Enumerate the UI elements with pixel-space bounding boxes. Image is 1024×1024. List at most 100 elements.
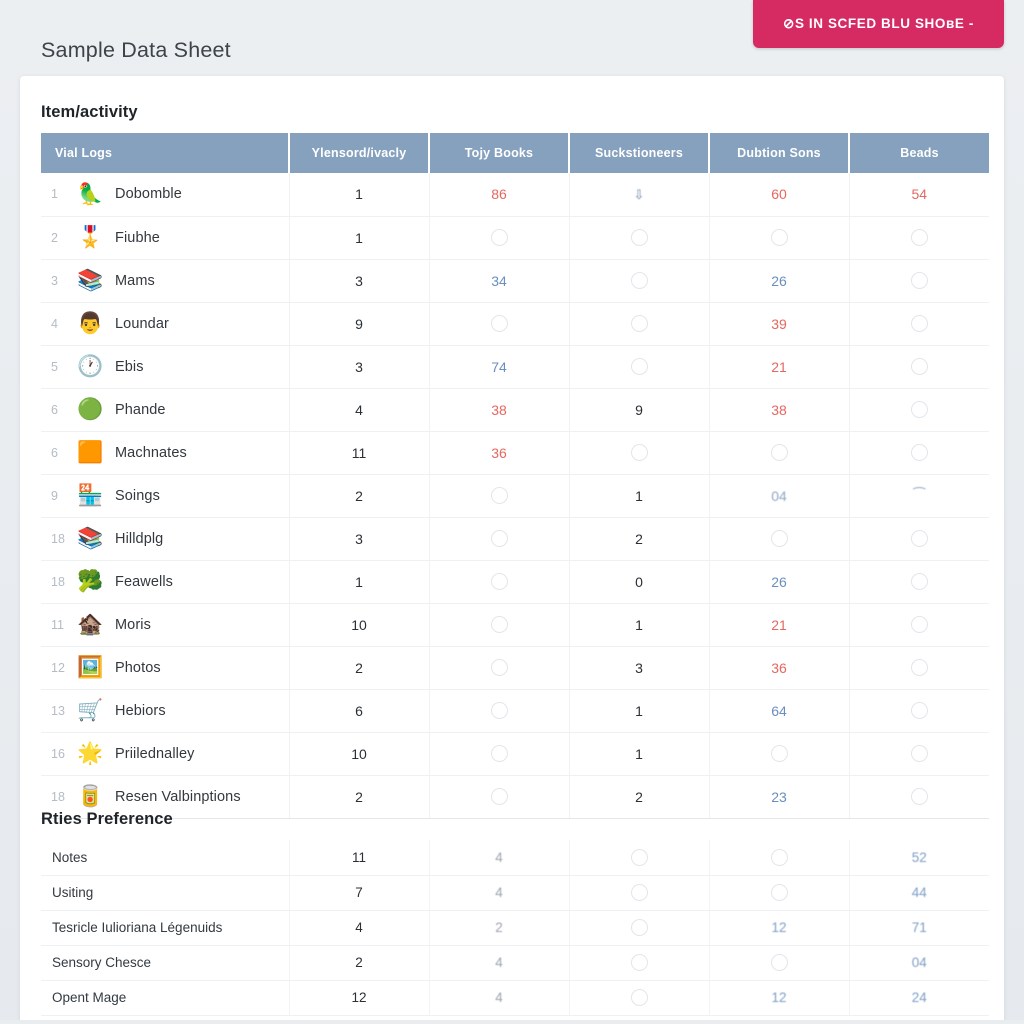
cell-c5[interactable] [849,345,989,389]
table-row[interactable]: 4 👨 Loundar 9 39 [41,302,989,346]
cell-c4[interactable] [709,517,850,561]
pref-cell-c4[interactable] [709,875,850,911]
cell-c3[interactable]: 1 [569,603,710,647]
column-header-beads[interactable]: Beads [849,133,989,173]
cell-c2[interactable] [429,560,570,604]
pref-cell-c4[interactable]: 12 [709,910,850,946]
column-header-ylensord[interactable]: Ylensord/ivacly [289,133,430,173]
cell-c2[interactable] [429,216,570,260]
pref-cell-c2[interactable]: 4 [429,840,570,876]
pref-cell-c4[interactable] [709,945,850,981]
cell-c5[interactable] [849,689,989,733]
cell-c3[interactable]: ⇩ [569,173,710,217]
column-header-suckstioneers[interactable]: Suckstioneers [569,133,710,173]
pref-cell-c4[interactable] [709,840,850,876]
pref-cell-c3[interactable] [569,980,710,1016]
pref-cell-c3[interactable] [569,840,710,876]
table-row[interactable]: 6 🟧 Machnates 11 36 [41,431,989,475]
pref-cell-c1[interactable]: 11 [289,840,430,876]
primary-action-button[interactable]: ⊘S IN SCFED BLU SHOʙE - [753,0,1004,48]
preference-row[interactable]: Usiting 7 4 44 [41,875,989,911]
cell-c1[interactable]: 3 [289,345,430,389]
table-row[interactable]: 16 🌟 Priilednalley 10 1 [41,732,989,776]
cell-c1[interactable]: 4 [289,388,430,432]
item-name-cell[interactable]: 6 🟢 Phande [41,388,290,432]
preference-row[interactable]: Tesricle Iulioriana Légenuids 4 2 12 71 [41,910,989,946]
cell-c4[interactable]: 26 [709,560,850,604]
table-row[interactable]: 5 🕐 Ebis 3 74 21 [41,345,989,389]
pref-cell-c5[interactable]: 04 [849,945,989,981]
cell-c2[interactable] [429,517,570,561]
cell-c4[interactable]: 04 [709,474,850,518]
pref-cell-c5[interactable]: 52 [849,840,989,876]
cell-c5[interactable] [849,259,989,303]
column-header-dubtion-sons[interactable]: Dubtion Sons [709,133,850,173]
preference-label[interactable]: Tesricle Iulioriana Légenuids [41,910,290,946]
cell-c3[interactable]: 9 [569,388,710,432]
cell-c4[interactable]: 36 [709,646,850,690]
cell-c5[interactable] [849,216,989,260]
preference-row[interactable]: Opent Mage 12 4 12 24 [41,980,989,1016]
cell-c3[interactable] [569,216,710,260]
item-name-cell[interactable]: 18 📚 Hilldplg [41,517,290,561]
cell-c4[interactable]: 39 [709,302,850,346]
preference-label[interactable]: Sensory Chesce [41,945,290,981]
cell-c4[interactable]: 38 [709,388,850,432]
table-row[interactable]: 13 🛒 Hebiors 6 1 64 [41,689,989,733]
cell-c3[interactable]: 2 [569,775,710,819]
cell-c5[interactable] [849,431,989,475]
cell-c1[interactable]: 6 [289,689,430,733]
item-name-cell[interactable]: 18 🥦 Feawells [41,560,290,604]
cell-c5[interactable] [849,560,989,604]
item-name-cell[interactable]: 6 🟧 Machnates [41,431,290,475]
pref-cell-c5[interactable]: 24 [849,980,989,1016]
cell-c3[interactable]: 1 [569,689,710,733]
pref-cell-c5[interactable]: 44 [849,875,989,911]
pref-cell-c2[interactable]: 4 [429,875,570,911]
cell-c4[interactable]: 23 [709,775,850,819]
item-name-cell[interactable]: 4 👨 Loundar [41,302,290,346]
cell-c2[interactable] [429,302,570,346]
item-name-cell[interactable]: 2 🎖️ Fiubhe [41,216,290,260]
cell-c4[interactable] [709,732,850,776]
pref-cell-c1[interactable]: 2 [289,945,430,981]
table-row[interactable]: 18 🥫 Resen Valbinptions 2 2 23 [41,775,989,819]
cell-c5[interactable]: 54 [849,173,989,217]
cell-c2[interactable]: 34 [429,259,570,303]
cell-c5[interactable] [849,646,989,690]
cell-c1[interactable]: 1 [289,216,430,260]
item-name-cell[interactable]: 12 🖼️ Photos [41,646,290,690]
column-header-tojy-books[interactable]: Tojy Books [429,133,570,173]
cell-c1[interactable]: 1 [289,560,430,604]
pref-cell-c5[interactable]: 71 [849,910,989,946]
pref-cell-c1[interactable]: 4 [289,910,430,946]
cell-c5[interactable]: ⁀ [849,474,989,518]
cell-c4[interactable]: 64 [709,689,850,733]
cell-c1[interactable]: 11 [289,431,430,475]
cell-c1[interactable]: 10 [289,603,430,647]
item-name-cell[interactable]: 1 🦜 Dobomble [41,173,290,217]
cell-c2[interactable]: 36 [429,431,570,475]
cell-c2[interactable] [429,775,570,819]
preference-label[interactable]: Notes [41,840,290,876]
cell-c4[interactable] [709,431,850,475]
item-name-cell[interactable]: 5 🕐 Ebis [41,345,290,389]
cell-c2[interactable]: 86 [429,173,570,217]
cell-c1[interactable]: 2 [289,474,430,518]
cell-c3[interactable] [569,345,710,389]
cell-c5[interactable] [849,517,989,561]
cell-c1[interactable]: 9 [289,302,430,346]
item-name-cell[interactable]: 13 🛒 Hebiors [41,689,290,733]
cell-c5[interactable] [849,603,989,647]
column-header-vial-logs[interactable]: Vial Logs [41,133,290,173]
cell-c2[interactable] [429,689,570,733]
table-row[interactable]: 6 🟢 Phande 4 38 9 38 [41,388,989,432]
pref-cell-c4[interactable]: 12 [709,980,850,1016]
table-row[interactable]: 18 📚 Hilldplg 3 2 [41,517,989,561]
cell-c3[interactable]: 2 [569,517,710,561]
pref-cell-c3[interactable] [569,945,710,981]
cell-c2[interactable]: 38 [429,388,570,432]
cell-c4[interactable]: 60 [709,173,850,217]
table-row[interactable]: 3 📚 Mams 3 34 26 [41,259,989,303]
cell-c3[interactable]: 0 [569,560,710,604]
